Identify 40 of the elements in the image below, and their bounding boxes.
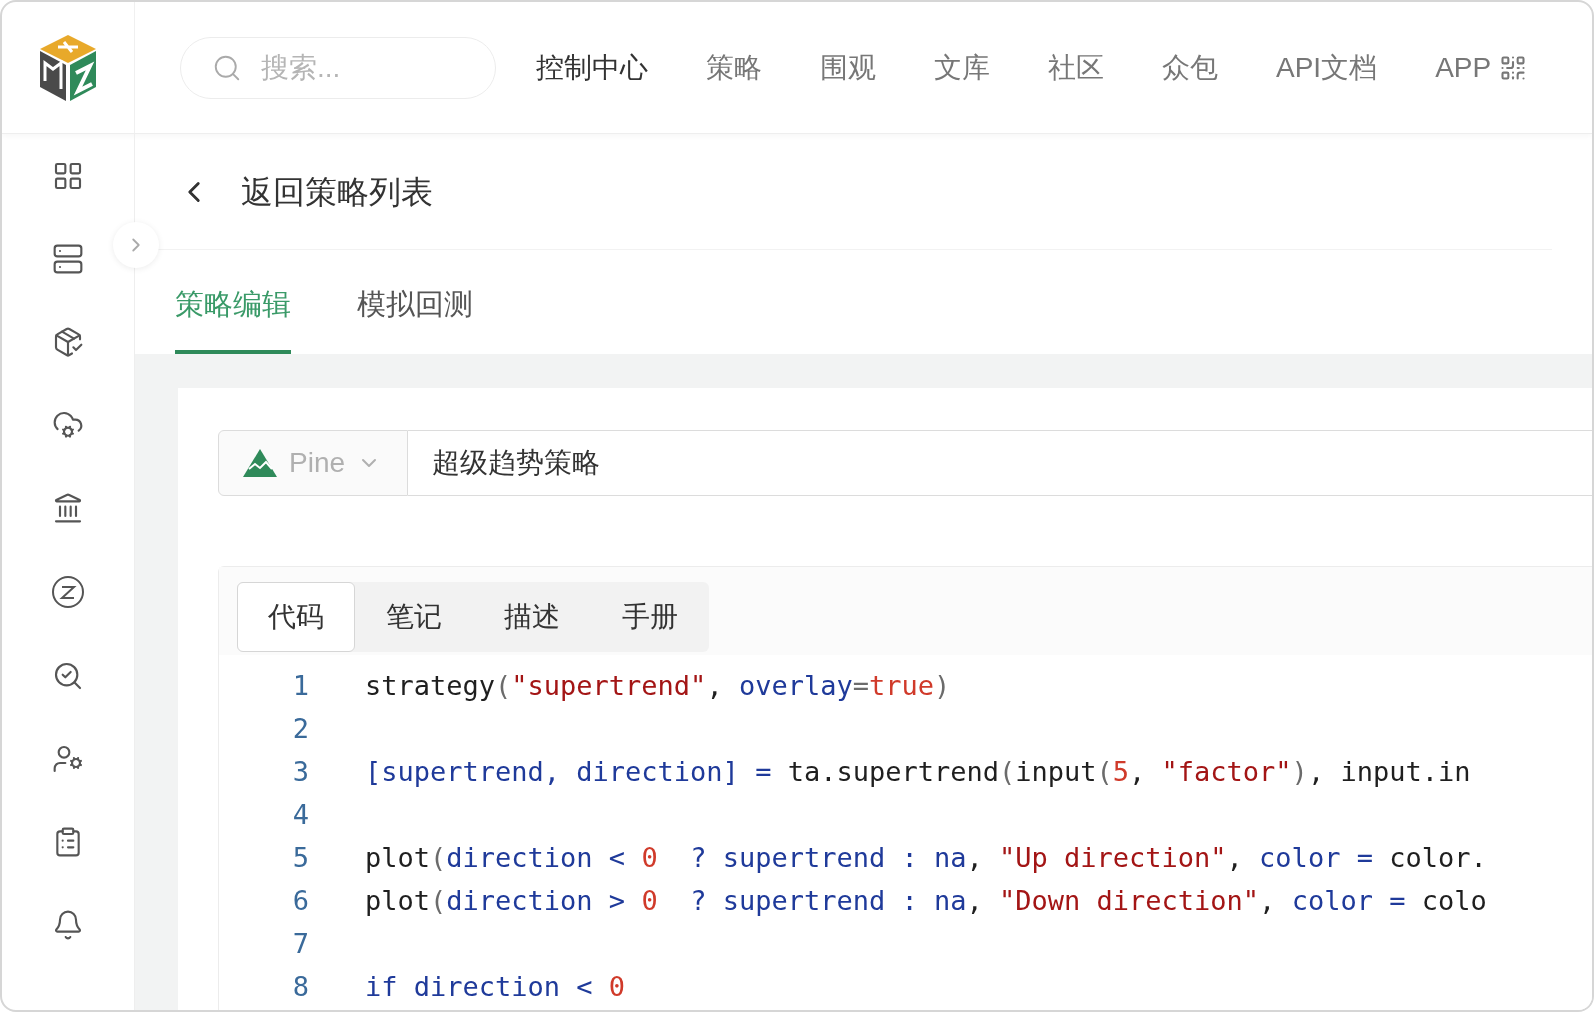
line-number: 1 (291, 669, 309, 704)
nav-link[interactable]: APP (1435, 46, 1528, 89)
code-line: plot(direction > 0 ? supertrend : na, "Down direction", color = colo (365, 884, 1487, 919)
bank-icon[interactable] (52, 492, 84, 524)
circled-z-icon[interactable] (51, 575, 85, 609)
nav-link[interactable]: 文库 (934, 46, 990, 89)
line-number: 6 (291, 884, 309, 919)
line-number: 3 (291, 755, 309, 790)
code-line: [supertrend, direction] = ta.supertrend(input(5, "factor"), input.in (365, 755, 1471, 790)
line-number: 8 (291, 970, 309, 1005)
line-number: 2 (291, 712, 309, 747)
nav-link[interactable]: API文档 (1276, 46, 1378, 89)
bell-icon[interactable] (52, 909, 84, 941)
nav-link[interactable]: 策略 (706, 46, 762, 89)
editor-tab[interactable]: 代码 (237, 582, 355, 652)
nav-link[interactable]: 社区 (1048, 46, 1104, 89)
back-link[interactable]: 返回策略列表 (241, 167, 433, 216)
server-icon[interactable] (52, 243, 84, 275)
dashboard-icon[interactable] (52, 160, 84, 192)
package-icon[interactable] (52, 326, 84, 358)
nav-link[interactable]: 众包 (1162, 46, 1218, 89)
editor-tab[interactable]: 手册 (591, 582, 709, 652)
line-number: 5 (291, 841, 309, 876)
line-number: 4 (291, 798, 309, 833)
strategy-name-field[interactable]: 超级趋势策略 (408, 430, 1592, 496)
code-line: strategy("supertrend", overlay=true) (365, 669, 951, 704)
mountain-icon (243, 449, 277, 477)
search-field[interactable]: 搜索... (180, 36, 496, 99)
editor-tab[interactable]: 描述 (473, 582, 591, 652)
cloud-icon[interactable] (52, 409, 84, 441)
line-number: 7 (291, 927, 309, 962)
editor-tab[interactable]: 笔记 (355, 582, 473, 652)
page-tab[interactable]: 模拟回测 (357, 282, 473, 354)
magnifier-icon[interactable] (52, 660, 84, 692)
code-line: if direction < 0 (365, 970, 626, 1005)
qr-code-icon (1499, 53, 1528, 82)
user-icon[interactable] (52, 743, 84, 775)
nav-link[interactable]: 控制中心 (536, 46, 648, 89)
code-line: plot(direction < 0 ? supertrend : na, "Up direction", color = color. (365, 841, 1487, 876)
nav-link[interactable]: 围观 (820, 46, 876, 89)
